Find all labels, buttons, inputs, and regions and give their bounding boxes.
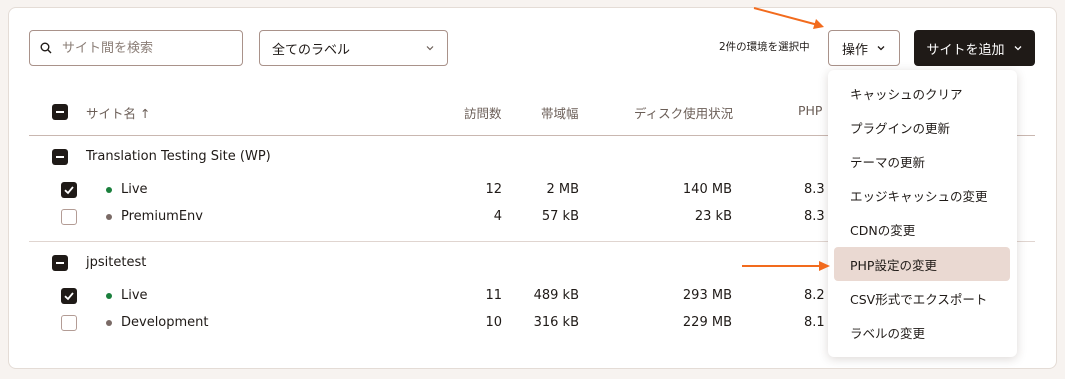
chevron-down-icon (877, 46, 885, 51)
header-site-name[interactable]: サイト名 ↑ (86, 103, 150, 122)
menu-item-clear-cache[interactable]: キャッシュのクリア (834, 76, 1010, 110)
status-dot (106, 214, 112, 220)
env-checkbox[interactable] (61, 315, 77, 331)
menu-item-change-labels[interactable]: ラベルの変更 (834, 315, 1010, 349)
env-name[interactable]: Development (121, 315, 209, 330)
menu-item-php-settings[interactable]: PHP設定の変更 (834, 247, 1010, 281)
env-name[interactable]: PremiumEnv (121, 209, 203, 224)
chevron-down-icon (426, 46, 434, 51)
menu-item-export-csv[interactable]: CSV形式でエクスポート (834, 281, 1010, 315)
add-site-label: サイトを追加 (926, 42, 1005, 58)
operations-menu: キャッシュのクリア プラグインの更新 テーマの更新 エッジキャッシュの変更 CD… (828, 70, 1017, 357)
annotation-arrow-icon (742, 261, 830, 271)
menu-item-update-plugins[interactable]: プラグインの更新 (834, 110, 1010, 144)
group-checkbox[interactable] (52, 149, 68, 165)
header-visits[interactable]: 訪問数 (464, 103, 502, 122)
status-dot (106, 320, 112, 326)
status-dot (106, 187, 112, 193)
env-disk: 23 kB (694, 209, 732, 224)
check-icon (64, 186, 74, 195)
env-bandwidth: 57 kB (541, 209, 579, 224)
env-checkbox[interactable] (61, 209, 77, 225)
menu-item-edge-cache[interactable]: エッジキャッシュの変更 (834, 178, 1010, 212)
search-icon (40, 42, 52, 54)
search-input[interactable] (60, 39, 234, 57)
operations-button[interactable]: 操作 (828, 30, 900, 66)
env-disk: 140 MB (682, 182, 732, 197)
env-php: 8.3 (804, 182, 825, 197)
label-filter-select[interactable]: 全てのラベル (259, 30, 448, 66)
env-visits: 4 (493, 209, 502, 224)
env-php: 8.3 (804, 209, 825, 224)
site-group-name[interactable]: jpsitetest (86, 255, 146, 270)
env-disk: 229 MB (682, 315, 732, 330)
selected-count-text: 2件の環境を選択中 (719, 41, 810, 53)
env-visits: 11 (485, 288, 502, 303)
env-checkbox[interactable] (61, 182, 77, 198)
header-php[interactable]: PHP (798, 103, 822, 118)
chevron-down-icon (1014, 46, 1021, 51)
env-bandwidth: 316 kB (533, 315, 579, 330)
env-visits: 10 (485, 315, 502, 330)
env-checkbox[interactable] (61, 288, 77, 304)
header-disk-usage[interactable]: ディスク使用状況 (634, 103, 733, 122)
minus-icon (56, 262, 64, 264)
add-site-button[interactable]: サイトを追加 (914, 30, 1035, 66)
env-name[interactable]: Live (121, 288, 148, 303)
env-name[interactable]: Live (121, 182, 148, 197)
minus-icon (56, 156, 64, 158)
env-bandwidth: 489 kB (533, 288, 579, 303)
env-php: 8.2 (804, 288, 825, 303)
env-disk: 293 MB (682, 288, 732, 303)
operations-label: 操作 (841, 42, 868, 58)
header-bandwidth[interactable]: 帯域幅 (541, 103, 579, 122)
search-box[interactable] (29, 30, 243, 66)
status-dot (106, 293, 112, 299)
minus-icon (56, 111, 64, 113)
env-bandwidth: 2 MB (546, 182, 579, 197)
group-checkbox[interactable] (52, 255, 68, 271)
select-all-checkbox[interactable] (52, 104, 68, 120)
menu-item-cdn[interactable]: CDNの変更 (834, 212, 1010, 246)
annotation-arrow-icon (753, 7, 824, 29)
site-group-name[interactable]: Translation Testing Site (WP) (86, 149, 271, 164)
env-visits: 12 (485, 182, 502, 197)
label-filter-value: 全てのラベル (272, 42, 351, 58)
env-php: 8.1 (804, 315, 825, 330)
check-icon (64, 292, 74, 301)
menu-item-update-themes[interactable]: テーマの更新 (834, 144, 1010, 178)
